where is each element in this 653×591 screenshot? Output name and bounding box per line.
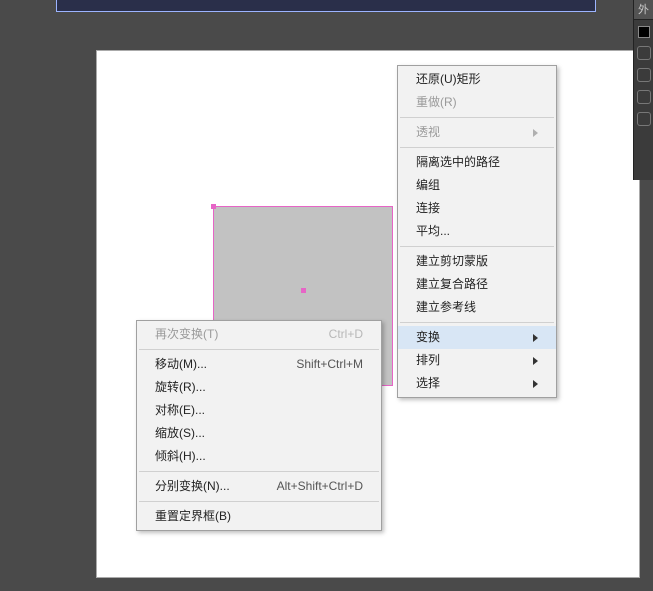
panel-icon[interactable]	[637, 90, 651, 104]
menu-item-label: 旋转(R)...	[155, 379, 206, 396]
chevron-right-icon	[533, 357, 538, 365]
sub_menu-item[interactable]: 移动(M)... Shift+Ctrl+M	[137, 353, 381, 376]
chevron-right-icon	[533, 334, 538, 342]
primary_menu-item[interactable]: 建立参考线	[398, 296, 556, 319]
menu-item-label: 对称(E)...	[155, 402, 205, 419]
primary_menu-item[interactable]: 连接	[398, 197, 556, 220]
menu-item-label: 倾斜(H)...	[155, 448, 206, 465]
transform-submenu[interactable]: 再次变换(T) Ctrl+D 移动(M)... Shift+Ctrl+M 旋转(R)..…	[136, 320, 382, 531]
menu-separator	[139, 349, 379, 350]
chevron-right-icon	[533, 129, 538, 137]
menu-item-label: 建立复合路径	[416, 276, 488, 293]
primary_menu-item[interactable]: 还原(U)矩形	[398, 68, 556, 91]
menu-item-label: 建立参考线	[416, 299, 476, 316]
primary_menu-item[interactable]: 平均...	[398, 220, 556, 243]
menu-item-label: 重做(R)	[416, 94, 457, 111]
primary_menu-item: 透视	[398, 121, 556, 144]
menu-item-label: 编组	[416, 177, 440, 194]
sub_menu-item[interactable]: 倾斜(H)...	[137, 445, 381, 468]
context-menu[interactable]: 还原(U)矩形重做(R) 透视隔离选中的路径编组连接平均... 建立剪切蒙版建立复合…	[397, 65, 557, 398]
menu-item-label: 选择	[416, 375, 440, 392]
menu-item-shortcut: Ctrl+D	[329, 326, 363, 343]
sub_menu-item: 再次变换(T) Ctrl+D	[137, 323, 381, 346]
menu-item-label: 排列	[416, 352, 440, 369]
menu-item-label: 连接	[416, 200, 440, 217]
selection-bounding-fragment	[56, 0, 596, 12]
panel-icon[interactable]	[637, 68, 651, 82]
right-panel: 外	[633, 0, 653, 180]
menu-item-label: 分别变换(N)...	[155, 478, 230, 495]
menu-item-label: 再次变换(T)	[155, 326, 218, 343]
menu-item-shortcut: Alt+Shift+Ctrl+D	[277, 478, 363, 495]
panel-icon[interactable]	[637, 46, 651, 60]
menu-item-label: 变换	[416, 329, 440, 346]
menu-item-label: 缩放(S)...	[155, 425, 205, 442]
sub_menu-item[interactable]: 对称(E)...	[137, 399, 381, 422]
menu-separator	[400, 117, 554, 118]
menu-separator	[400, 246, 554, 247]
sub_menu-item[interactable]: 旋转(R)...	[137, 376, 381, 399]
menu-item-shortcut: Shift+Ctrl+M	[296, 356, 363, 373]
primary_menu-item[interactable]: 隔离选中的路径	[398, 151, 556, 174]
primary_menu-item[interactable]: 选择	[398, 372, 556, 395]
menu-item-label: 建立剪切蒙版	[416, 253, 488, 270]
anchor-center[interactable]	[301, 288, 306, 293]
menu-separator	[400, 322, 554, 323]
fill-swatch[interactable]	[638, 26, 650, 38]
menu-item-label: 重置定界框(B)	[155, 508, 231, 525]
primary_menu-item[interactable]: 排列	[398, 349, 556, 372]
primary_menu-item[interactable]: 建立剪切蒙版	[398, 250, 556, 273]
menu-item-label: 还原(U)矩形	[416, 71, 481, 88]
chevron-right-icon	[533, 380, 538, 388]
panel-icon[interactable]	[637, 112, 651, 126]
menu-item-label: 平均...	[416, 223, 450, 240]
menu-item-label: 移动(M)...	[155, 356, 207, 373]
primary_menu-item: 重做(R)	[398, 91, 556, 114]
menu-separator	[139, 471, 379, 472]
sub_menu-item[interactable]: 缩放(S)...	[137, 422, 381, 445]
menu-separator	[400, 147, 554, 148]
menu-item-label: 隔离选中的路径	[416, 154, 500, 171]
primary_menu-item[interactable]: 变换	[398, 326, 556, 349]
menu-item-label: 透视	[416, 124, 440, 141]
sub_menu-item[interactable]: 分别变换(N)... Alt+Shift+Ctrl+D	[137, 475, 381, 498]
anchor-top-left[interactable]	[211, 204, 216, 209]
sub_menu-item[interactable]: 重置定界框(B)	[137, 505, 381, 528]
panel-tab-appearance[interactable]: 外	[634, 0, 653, 20]
primary_menu-item[interactable]: 编组	[398, 174, 556, 197]
primary_menu-item[interactable]: 建立复合路径	[398, 273, 556, 296]
menu-separator	[139, 501, 379, 502]
